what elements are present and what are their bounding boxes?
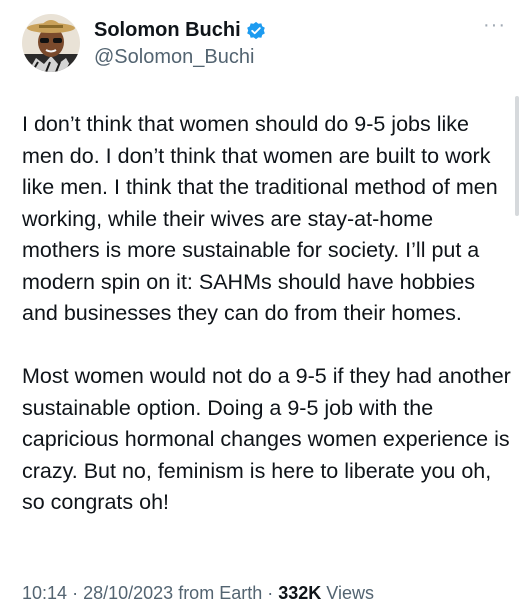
tweet-paragraph: I don’t think that women should do 9-5 j…	[22, 112, 498, 325]
more-dots-icon[interactable]: ···	[483, 15, 506, 35]
author-handle[interactable]: @Solomon_Buchi	[94, 46, 254, 69]
author-name-row[interactable]: Solomon Buchi	[94, 19, 266, 42]
tweet-time[interactable]: 10:14	[22, 583, 67, 603]
tweet-source: from Earth	[178, 583, 263, 603]
views-label[interactable]: Views	[326, 583, 374, 603]
tweet-text: I don’t think that women should do 9-5 j…	[22, 109, 512, 519]
views-count[interactable]: 332K	[278, 583, 321, 603]
scrollbar[interactable]	[515, 96, 519, 216]
avatar[interactable]	[22, 14, 80, 72]
tweet-card: Solomon Buchi @Solomon_Buchi ··· I don’t…	[0, 0, 521, 609]
meta-separator: ·	[267, 583, 274, 603]
tweet-date[interactable]: 28/10/2023	[83, 583, 173, 603]
tweet-metadata: 10:14 · 28/10/2023 from Earth · 332K Vie…	[22, 583, 374, 604]
display-name[interactable]: Solomon Buchi	[94, 19, 241, 42]
meta-separator: ·	[72, 583, 79, 603]
tweet-paragraph: Most women would not do a 9-5 if they ha…	[22, 364, 511, 514]
verified-badge-icon	[246, 21, 266, 41]
